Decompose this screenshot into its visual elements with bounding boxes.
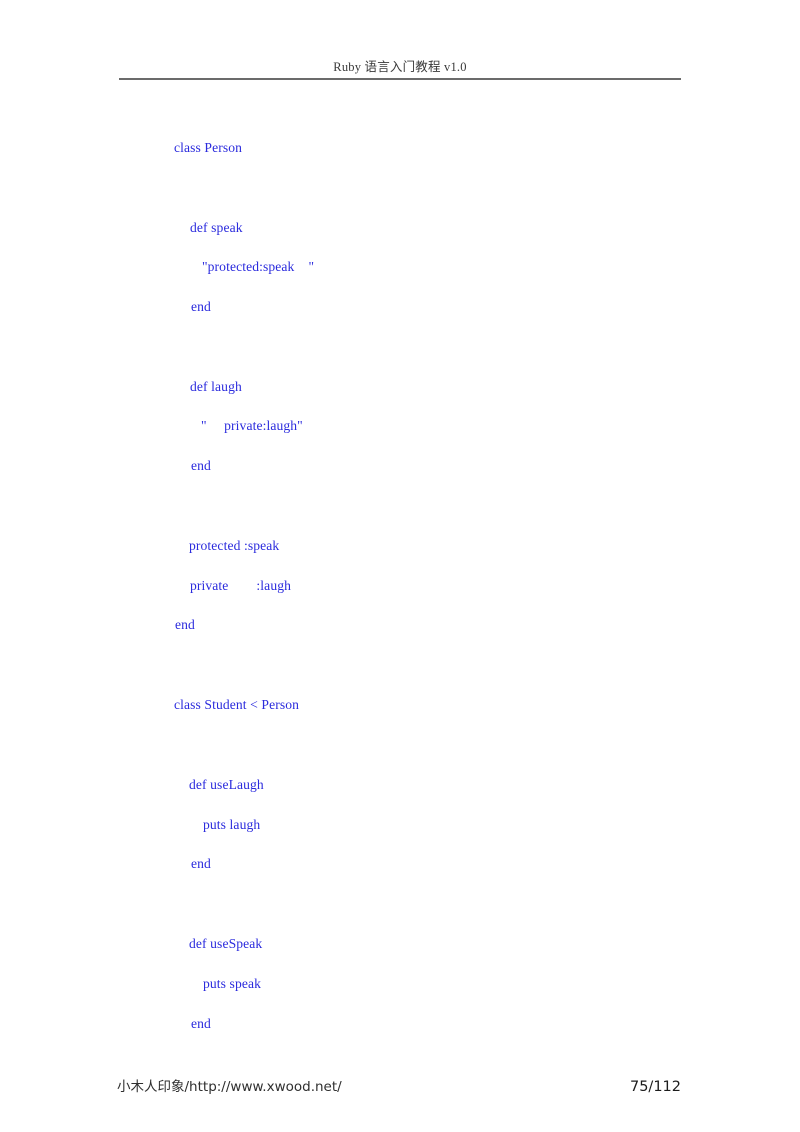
code-line: protected :speak <box>189 538 280 553</box>
code-line: class Student < Person <box>174 697 300 712</box>
code-line: def useLaugh <box>189 777 264 792</box>
footer-source-label: 小木人印象/http://www.xwood.net/ <box>117 1079 342 1095</box>
code-line: private :laugh <box>190 578 292 593</box>
code-line: "protected:speak " <box>202 259 315 274</box>
code-line: def speak <box>190 220 243 235</box>
code-line: " private:laugh" <box>201 418 303 433</box>
page-title: Ruby 语言入门教程 v1.0 <box>333 60 467 74</box>
footer-page-number: 75/112 <box>629 1079 681 1095</box>
code-line: class Person <box>174 140 243 155</box>
page-footer: 小木人印象/http://www.xwood.net/ 75/112 <box>0 1078 800 1108</box>
code-line: end <box>191 1016 211 1031</box>
code-line: end <box>191 458 211 473</box>
code-line: def laugh <box>190 379 242 394</box>
code-line: puts laugh <box>203 817 261 832</box>
header-divider <box>119 78 681 80</box>
code-line: end <box>191 856 211 871</box>
code-line: end <box>191 299 211 314</box>
code-line: puts speak <box>203 976 262 991</box>
page-header: Ruby 语言入门教程 v1.0 <box>0 0 800 90</box>
code-line: def useSpeak <box>189 936 263 951</box>
code-line: end <box>175 617 195 632</box>
